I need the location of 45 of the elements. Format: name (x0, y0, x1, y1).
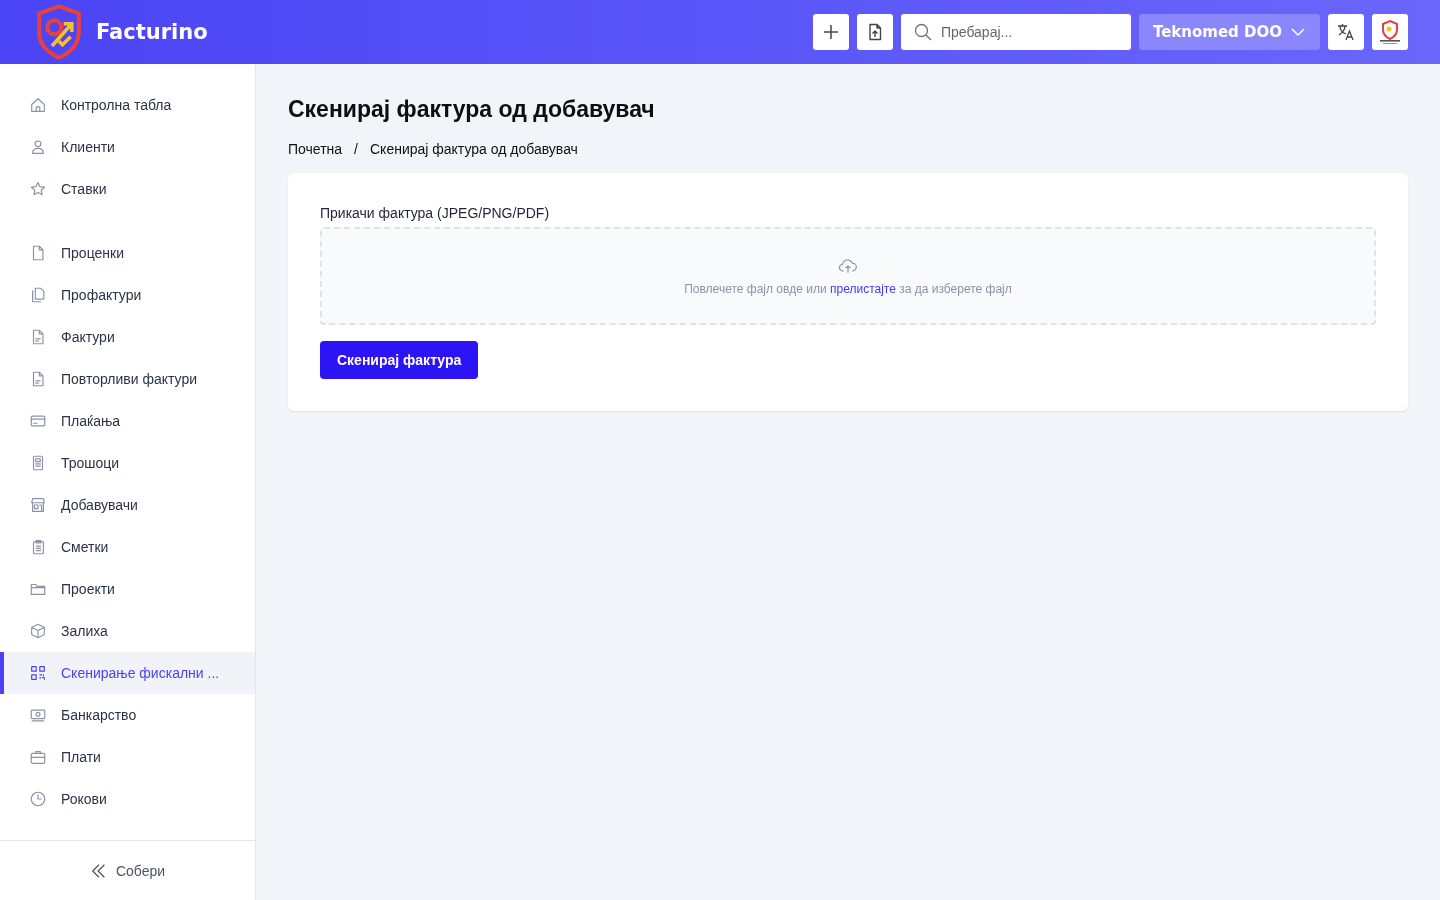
translate-button[interactable] (1328, 14, 1364, 50)
upload-file-button[interactable] (856, 14, 893, 50)
sidebar-item[interactable]: Контролна табла (0, 84, 255, 126)
sidebar-item[interactable]: Залиха (0, 610, 255, 652)
browse-link[interactable]: прелистајте (830, 282, 896, 296)
sidebar-item[interactable]: Профактури (0, 274, 255, 316)
file-drop-zone[interactable]: Повлечете фајл овде или прелистајте за да изберете фајл (320, 227, 1376, 325)
breadcrumb-link[interactable]: Почетна (288, 141, 343, 157)
house-icon (29, 96, 47, 114)
sidebar-item[interactable]: Сметки (0, 526, 255, 568)
sidebar-item[interactable]: Скенирање фискални ... (0, 652, 255, 694)
sidebar-item[interactable]: Добавувачи (0, 484, 255, 526)
sidebar-item[interactable]: Повторливи фактури (0, 358, 255, 400)
sidebar-item[interactable]: Клиенти (0, 126, 255, 168)
storefront-icon (29, 496, 47, 514)
sidebar-item[interactable]: Проекти (0, 568, 255, 610)
avatar-button[interactable] (1372, 14, 1408, 50)
clock-icon (29, 790, 47, 808)
brand-name: Facturino (96, 20, 208, 44)
cloud-upload-icon (838, 256, 858, 276)
card-icon (29, 412, 47, 430)
scan-invoice-button[interactable]: Скенирај фактура (320, 341, 479, 379)
add-button[interactable] (812, 14, 849, 50)
sidebar-item[interactable]: Ставки (0, 168, 255, 210)
translate-icon (1336, 22, 1356, 42)
sidebar-item[interactable]: Фактури (0, 316, 255, 358)
upload-label: Прикачи фактура (JPEG/PNG/PDF) (320, 205, 551, 221)
sidebar-item[interactable]: Плаќања (0, 400, 255, 442)
page-title: Скенирај фактура од добавувач (288, 96, 656, 123)
person-icon (29, 138, 47, 156)
sidebar-item[interactable]: Проценки (0, 232, 255, 274)
sidebar-item[interactable]: Плати (0, 736, 255, 778)
cube-icon (29, 622, 47, 640)
double-chevron-left-icon (89, 861, 108, 880)
briefcase-icon (29, 748, 47, 766)
banknote-icon (29, 706, 47, 724)
sidebar-item[interactable]: Трошоци (0, 442, 255, 484)
sidebar-item[interactable]: Рокови (0, 778, 255, 820)
drop-hint: Повлечете фајл овде или прелистајте за да изберете фајл (684, 282, 1012, 296)
qr-code-icon (29, 664, 47, 682)
sidebar-item[interactable]: Банкарство (0, 694, 255, 736)
star-icon (29, 180, 47, 198)
documents-icon (29, 286, 47, 304)
search-field[interactable]: Пребарај... (900, 14, 1131, 50)
breadcrumb-separator: / (354, 141, 358, 157)
